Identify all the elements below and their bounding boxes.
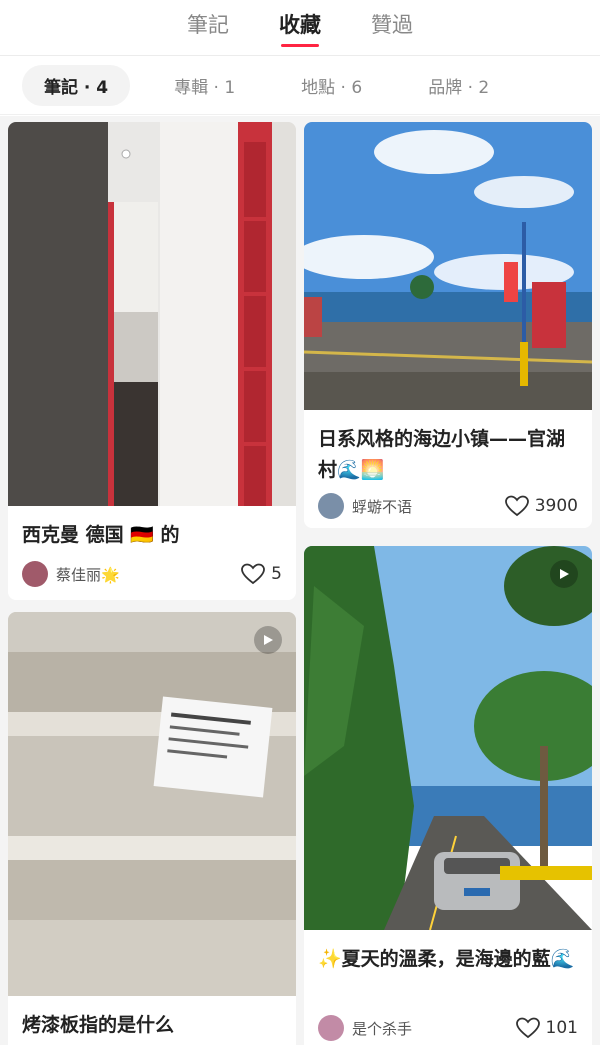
like-button[interactable]: 5 xyxy=(241,563,282,585)
filter-albums[interactable]: 專輯 · 1 xyxy=(152,65,257,106)
note-cover-image xyxy=(8,122,296,506)
note-title: ✨夏天的溫柔，是海邊的藍🌊 xyxy=(318,948,575,970)
note-cover-image xyxy=(304,546,592,930)
notes-grid: 西克曼 德国 🇩🇪 的 蔡佳丽🌟 5 日系风格的海边小镇——官湖村🌊🌅 蜉蝣不语… xyxy=(0,116,600,1045)
note-card[interactable]: 烤漆板指的是什么 xyxy=(8,612,296,1045)
filter-notes[interactable]: 筆記 · 4 xyxy=(22,65,131,106)
heart-outline-icon xyxy=(504,495,529,517)
like-count: 5 xyxy=(271,564,282,584)
tab-liked[interactable]: 贊過 xyxy=(371,0,413,56)
like-button[interactable]: 3900 xyxy=(504,495,578,517)
play-icon xyxy=(264,635,273,645)
avatar[interactable] xyxy=(318,493,344,519)
filter-brands[interactable]: 品牌 · 2 xyxy=(406,65,511,106)
note-card[interactable]: 西克曼 德国 🇩🇪 的 蔡佳丽🌟 5 xyxy=(8,122,296,600)
video-indicator xyxy=(550,560,578,588)
note-title: 西克曼 德国 🇩🇪 的 xyxy=(22,524,180,546)
like-button[interactable]: 101 xyxy=(515,1017,578,1039)
avatar[interactable] xyxy=(22,561,48,587)
play-icon xyxy=(560,569,569,579)
video-indicator xyxy=(254,626,282,654)
collection-filter-bar: 筆記 · 4 專輯 · 1 地點 · 6 品牌 · 2 xyxy=(0,57,600,115)
note-meta: 蜉蝣不语 3900 xyxy=(318,492,578,520)
avatar[interactable] xyxy=(318,1015,344,1041)
note-card[interactable]: 日系风格的海边小镇——官湖村🌊🌅 蜉蝣不语 3900 xyxy=(304,122,592,528)
note-title: 烤漆板指的是什么 xyxy=(22,1014,175,1036)
author-name[interactable]: 蜉蝣不语 xyxy=(352,496,505,517)
like-count: 3900 xyxy=(534,496,578,516)
note-card[interactable]: ✨夏天的溫柔，是海邊的藍🌊 是个杀手 101 xyxy=(304,546,592,1045)
filter-places[interactable]: 地點 · 6 xyxy=(279,65,384,106)
heart-outline-icon xyxy=(515,1017,540,1039)
top-tab-bar: 筆記 收藏 贊過 xyxy=(0,0,600,56)
tab-collections[interactable]: 收藏 xyxy=(279,0,321,56)
author-name[interactable]: 蔡佳丽🌟 xyxy=(56,564,241,585)
note-meta: 蔡佳丽🌟 5 xyxy=(22,560,282,588)
note-title: 日系风格的海边小镇——官湖村🌊🌅 xyxy=(318,428,566,481)
note-cover-image xyxy=(304,122,592,410)
tab-notes[interactable]: 筆記 xyxy=(187,0,229,56)
note-meta: 是个杀手 101 xyxy=(318,1014,578,1042)
like-count: 101 xyxy=(545,1018,578,1038)
author-name[interactable]: 是个杀手 xyxy=(352,1018,516,1039)
heart-outline-icon xyxy=(241,563,266,585)
note-cover-image xyxy=(8,612,296,996)
